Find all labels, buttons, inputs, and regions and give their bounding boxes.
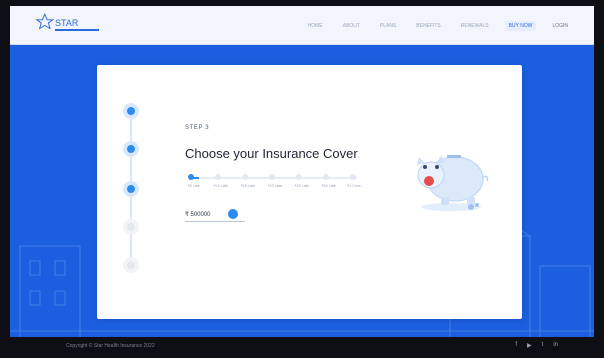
slider-tick-label: ₹5 Lakh	[187, 184, 201, 188]
cover-amount-slider[interactable]: ₹5 Lakh ₹10 Lakh ₹15 Lakh ₹20 Lakh ₹25 L…	[185, 171, 361, 195]
top-nav-bar: STAR HOME ABOUT PLANS BENEFITS RENEWALS …	[10, 6, 594, 45]
nav-item-login[interactable]: LOGIN	[548, 21, 572, 31]
next-button[interactable]	[228, 209, 238, 219]
slider-tick-label: ₹1 Crore	[347, 184, 361, 188]
step-1-indicator	[123, 103, 139, 119]
slider-tick[interactable]	[215, 174, 221, 180]
facebook-icon[interactable]: f	[515, 342, 517, 349]
slider-tick[interactable]	[188, 174, 194, 180]
slider-tick[interactable]	[323, 174, 329, 180]
social-links: f ▶ t in	[515, 342, 558, 349]
slider-tick[interactable]	[242, 174, 248, 180]
nav-item-plans[interactable]: PLANS	[376, 21, 400, 31]
step-label: STEP 3	[185, 125, 210, 131]
youtube-icon[interactable]: ▶	[527, 342, 532, 349]
nav-item-benefits[interactable]: BENEFITS	[412, 21, 444, 31]
progress-stepper	[121, 101, 141, 281]
step-3-indicator	[123, 181, 139, 197]
nav-item-about[interactable]: ABOUT	[339, 21, 364, 31]
nav-item-buy-now[interactable]: BUY NOW	[504, 21, 537, 31]
slider-tick[interactable]	[296, 174, 302, 180]
page-title: Choose your Insurance Cover	[185, 146, 358, 161]
slider-tick-label: ₹15 Lakh	[240, 184, 256, 188]
nav-item-renewals[interactable]: RENEWALS	[457, 21, 493, 31]
svg-text:STAR: STAR	[55, 18, 79, 28]
slider-tick-label: ₹25 Lakh	[294, 184, 310, 188]
nav-item-home[interactable]: HOME	[304, 21, 327, 31]
slider-tick-label: ₹20 Lakh	[267, 184, 283, 188]
app-frame: STAR HOME ABOUT PLANS BENEFITS RENEWALS …	[10, 6, 594, 350]
page-footer: Copyright © Star Health Insurance 2022 f…	[0, 337, 604, 358]
step-2-indicator	[123, 141, 139, 157]
brand-logo[interactable]: STAR	[35, 12, 107, 36]
slider-tick[interactable]	[350, 174, 356, 180]
piggy-bank-icon	[417, 155, 489, 211]
main-navigation: HOME ABOUT PLANS BENEFITS RENEWALS BUY N…	[304, 21, 572, 31]
step-5-indicator	[123, 257, 139, 273]
insurance-form-card: STEP 3 Choose your Insurance Cover ₹5 La…	[97, 65, 522, 319]
slider-tick-label: ₹10 Lakh	[213, 184, 229, 188]
linkedin-icon[interactable]: in	[553, 342, 558, 349]
slider-tick[interactable]	[269, 174, 275, 180]
step-4-indicator	[123, 219, 139, 235]
twitter-icon[interactable]: t	[542, 342, 544, 349]
copyright-text: Copyright © Star Health Insurance 2022	[66, 343, 155, 349]
